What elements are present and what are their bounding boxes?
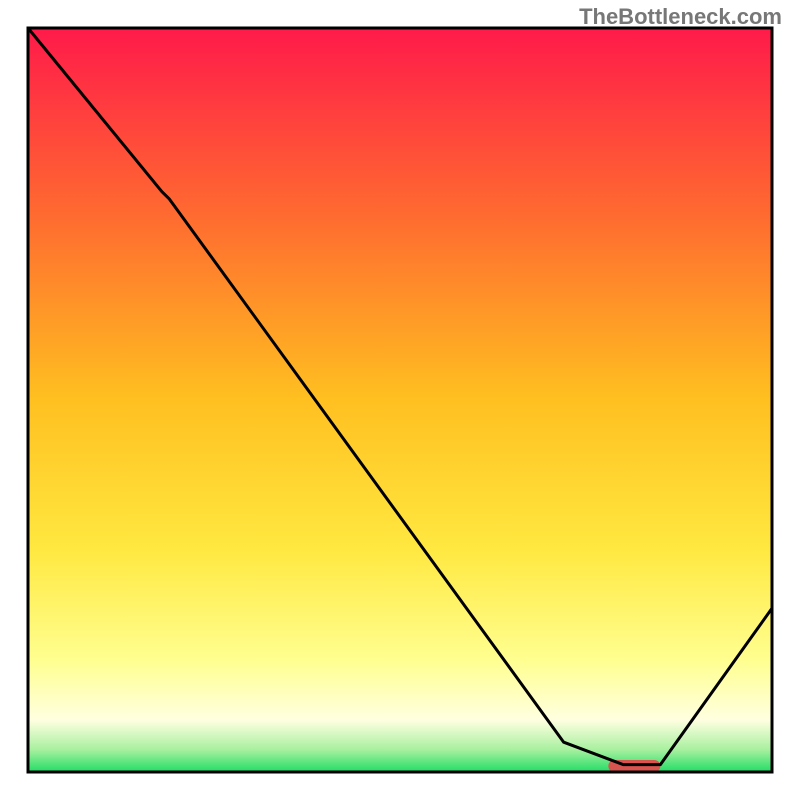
bottleneck-chart: TheBottleneck.com xyxy=(0,0,800,800)
plot-background xyxy=(28,28,772,772)
watermark-text: TheBottleneck.com xyxy=(579,4,782,30)
chart-svg xyxy=(0,0,800,800)
